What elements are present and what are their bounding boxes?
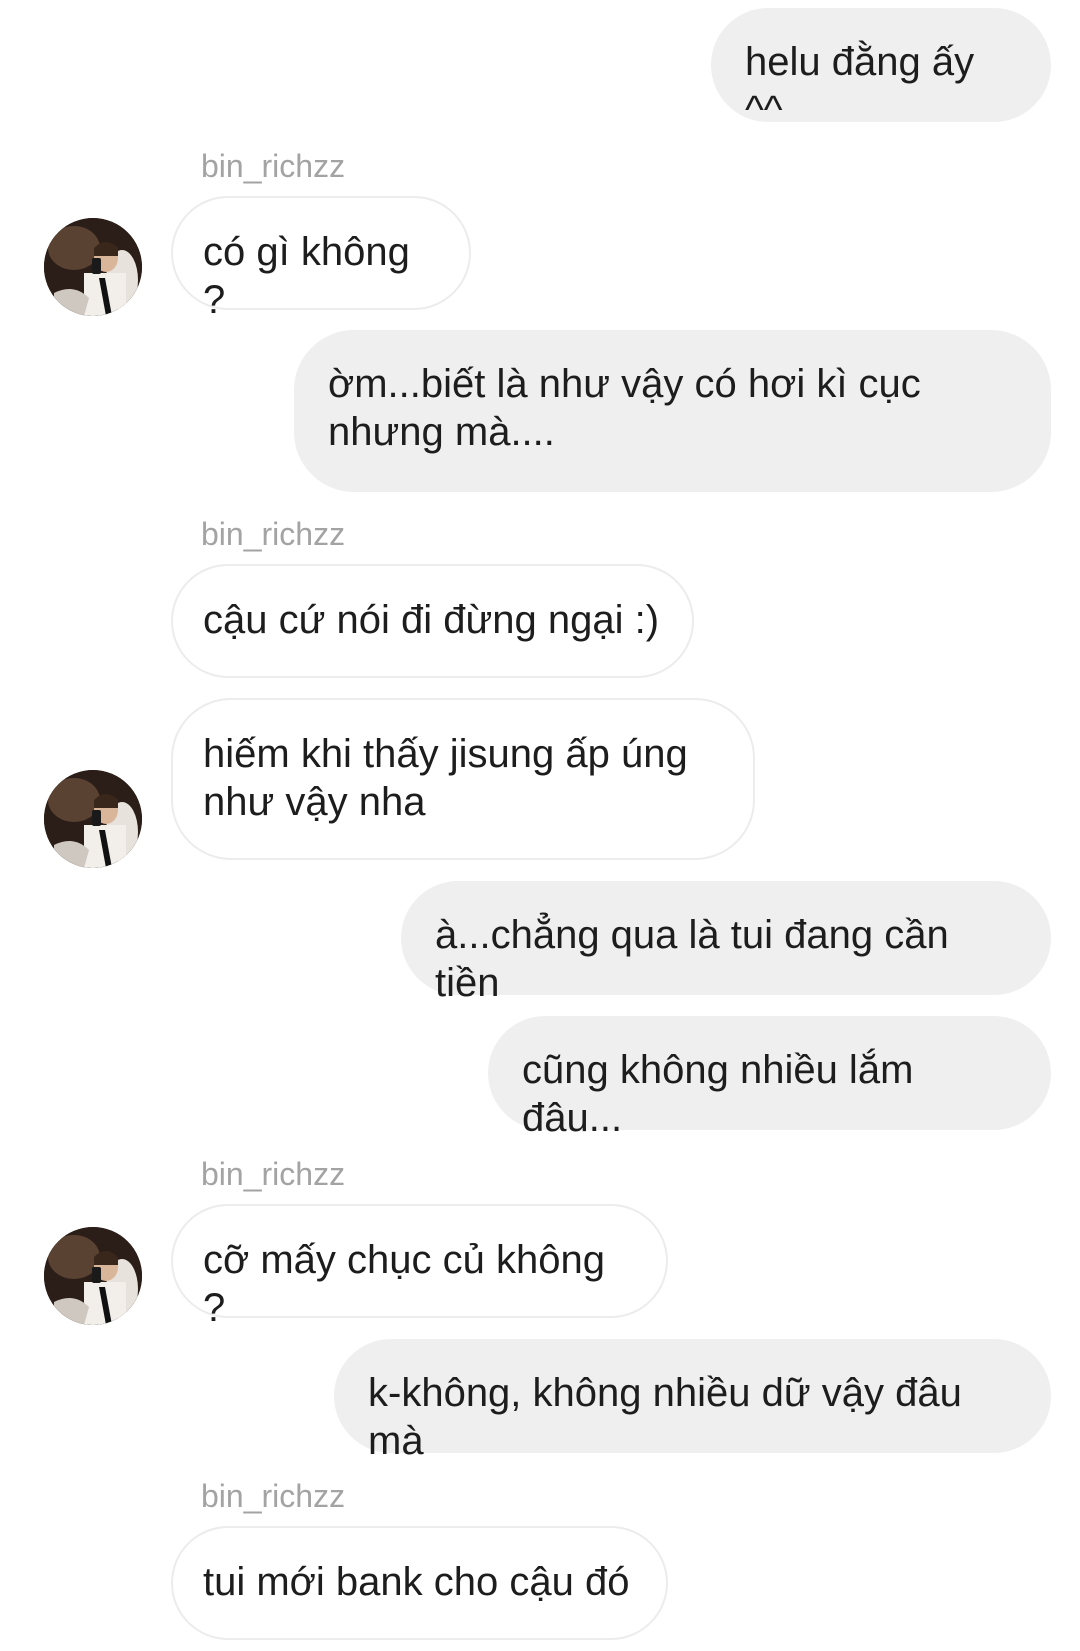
avatar-photo-icon: [44, 1227, 142, 1325]
message-bubble-outgoing[interactable]: ờm...biết là như vậy có hơi kì cục nhưng…: [294, 330, 1051, 492]
avatar-photo-icon: [44, 770, 142, 868]
message-bubble-incoming[interactable]: có gì không ?: [171, 196, 471, 322]
sender-username: bin_richzz: [201, 148, 346, 184]
sender-username: bin_richzz: [201, 1156, 346, 1192]
contact-avatar[interactable]: [44, 770, 142, 868]
sender-username: bin_richzz: [201, 1478, 346, 1514]
message-bubble-outgoing[interactable]: à...chẳng qua là tui đang cần tiền: [401, 881, 1051, 1005]
avatar-photo-icon: [44, 218, 142, 316]
message-bubble-outgoing[interactable]: k-không, không nhiều dữ vậy đâu mà: [334, 1339, 1051, 1463]
sender-username: bin_richzz: [201, 516, 346, 552]
contact-avatar[interactable]: [44, 218, 142, 316]
message-bubble-incoming[interactable]: cậu cứ nói đi đừng ngại :): [171, 564, 694, 678]
contact-avatar[interactable]: [44, 1227, 142, 1325]
message-bubble-incoming[interactable]: cỡ mấy chục củ không ?: [171, 1204, 668, 1330]
message-bubble-incoming[interactable]: hiếm khi thấy jisung ấp úng như vậy nha: [171, 698, 755, 860]
message-bubble-outgoing[interactable]: helu đằng ấy ^^: [711, 8, 1051, 132]
message-bubble-incoming[interactable]: tui mới bank cho cậu đó: [171, 1526, 668, 1640]
message-bubble-outgoing[interactable]: cũng không nhiều lắm đâu...: [488, 1016, 1051, 1140]
